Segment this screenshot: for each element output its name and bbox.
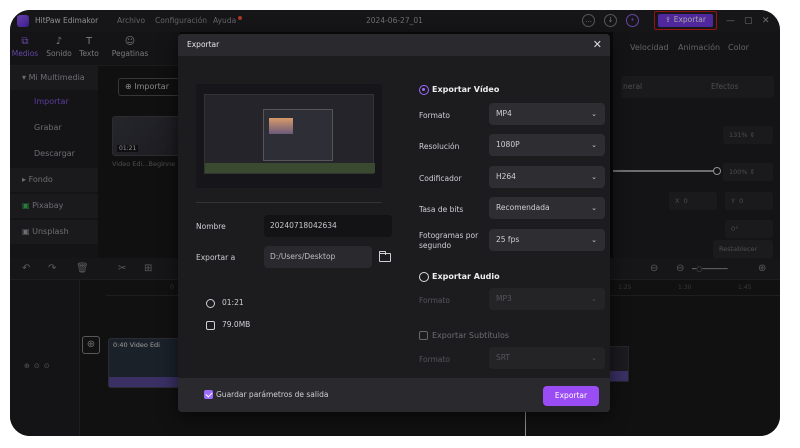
folder-icon[interactable]: [379, 251, 391, 262]
audio-format-value: MP3: [496, 294, 512, 303]
format-value: MP4: [496, 109, 512, 118]
export-preview-thumbnail: [196, 84, 382, 188]
duration-info: 01:21: [206, 298, 244, 308]
resolution-label: Resolución: [419, 142, 460, 151]
export-to-label: Exportar a: [196, 253, 236, 262]
fps-label: Fotogramas por segundo: [419, 231, 479, 250]
resolution-select[interactable]: 1080P ⌄: [489, 134, 605, 156]
resolution-value: 1080P: [496, 140, 520, 149]
export-subtitles-title: Exportar Subtítulos: [432, 331, 509, 340]
app-window: HitPaw Edimakor Archivo Configuración Ay…: [10, 10, 780, 436]
name-label: Nombre: [196, 222, 226, 231]
chevron-down-icon: ⌄: [591, 295, 597, 303]
preview-timeline: [205, 163, 375, 173]
fps-value: 25 fps: [496, 235, 520, 244]
size-info: 79.0MB: [206, 320, 250, 330]
bitrate-select[interactable]: Recomendada ⌄: [489, 197, 605, 219]
fps-select[interactable]: 25 fps ⌄: [489, 229, 605, 251]
duration-value: 01:21: [222, 298, 244, 307]
preview-dialog: [263, 109, 333, 161]
encoder-label: Codificador: [419, 174, 462, 183]
export-video-title: Exportar Vídeo: [432, 85, 500, 94]
dialog-footer: Guardar parámetros de salida Exportar: [178, 378, 610, 412]
chevron-down-icon: ⌄: [591, 236, 597, 244]
export-video-radio[interactable]: [419, 85, 429, 95]
size-value: 79.0MB: [222, 320, 251, 329]
format-select[interactable]: MP4 ⌄: [489, 103, 605, 125]
save-params-label: Guardar parámetros de salida: [216, 390, 329, 399]
dialog-title: Exportar: [187, 40, 220, 49]
preview-image: [269, 118, 293, 134]
export-audio-title: Exportar Audio: [432, 272, 500, 281]
divider: [196, 202, 382, 203]
export-audio-radio[interactable]: [419, 272, 429, 282]
export-subtitles-checkbox[interactable]: [419, 331, 428, 340]
subtitle-format-label: Formato: [419, 355, 451, 364]
dialog-body: Nombre 20240718042634 Exportar a D:/User…: [178, 56, 610, 378]
format-label: Formato: [419, 111, 451, 120]
bitrate-value: Recomendada: [496, 203, 550, 212]
chevron-down-icon: ⌄: [591, 204, 597, 212]
subtitle-format-value: SRT: [496, 353, 511, 362]
audio-format-select[interactable]: MP3 ⌄: [489, 288, 605, 310]
export-dialog: Exportar ✕ Nombre 20240718042634 Exporta…: [178, 34, 610, 412]
subtitle-format-select[interactable]: SRT ⌄: [489, 347, 605, 369]
clock-icon: [206, 298, 215, 308]
audio-format-label: Formato: [419, 296, 451, 305]
chevron-down-icon: ⌄: [591, 141, 597, 149]
chevron-down-icon: ⌄: [591, 354, 597, 362]
export-button[interactable]: Exportar: [543, 386, 599, 406]
encoder-value: H264: [496, 172, 516, 181]
encoder-select[interactable]: H264 ⌄: [489, 166, 605, 188]
close-icon[interactable]: ✕: [593, 34, 602, 56]
bitrate-label: Tasa de bits: [419, 205, 464, 214]
preview-screen: [204, 94, 375, 174]
name-input[interactable]: 20240718042634: [264, 215, 392, 237]
chevron-down-icon: ⌄: [591, 173, 597, 181]
export-path-input[interactable]: D:/Users/Desktop: [264, 246, 372, 268]
file-size-icon: [206, 320, 215, 330]
dialog-header: Exportar ✕: [178, 34, 610, 56]
save-params-checkbox[interactable]: [204, 390, 213, 399]
chevron-down-icon: ⌄: [591, 110, 597, 118]
